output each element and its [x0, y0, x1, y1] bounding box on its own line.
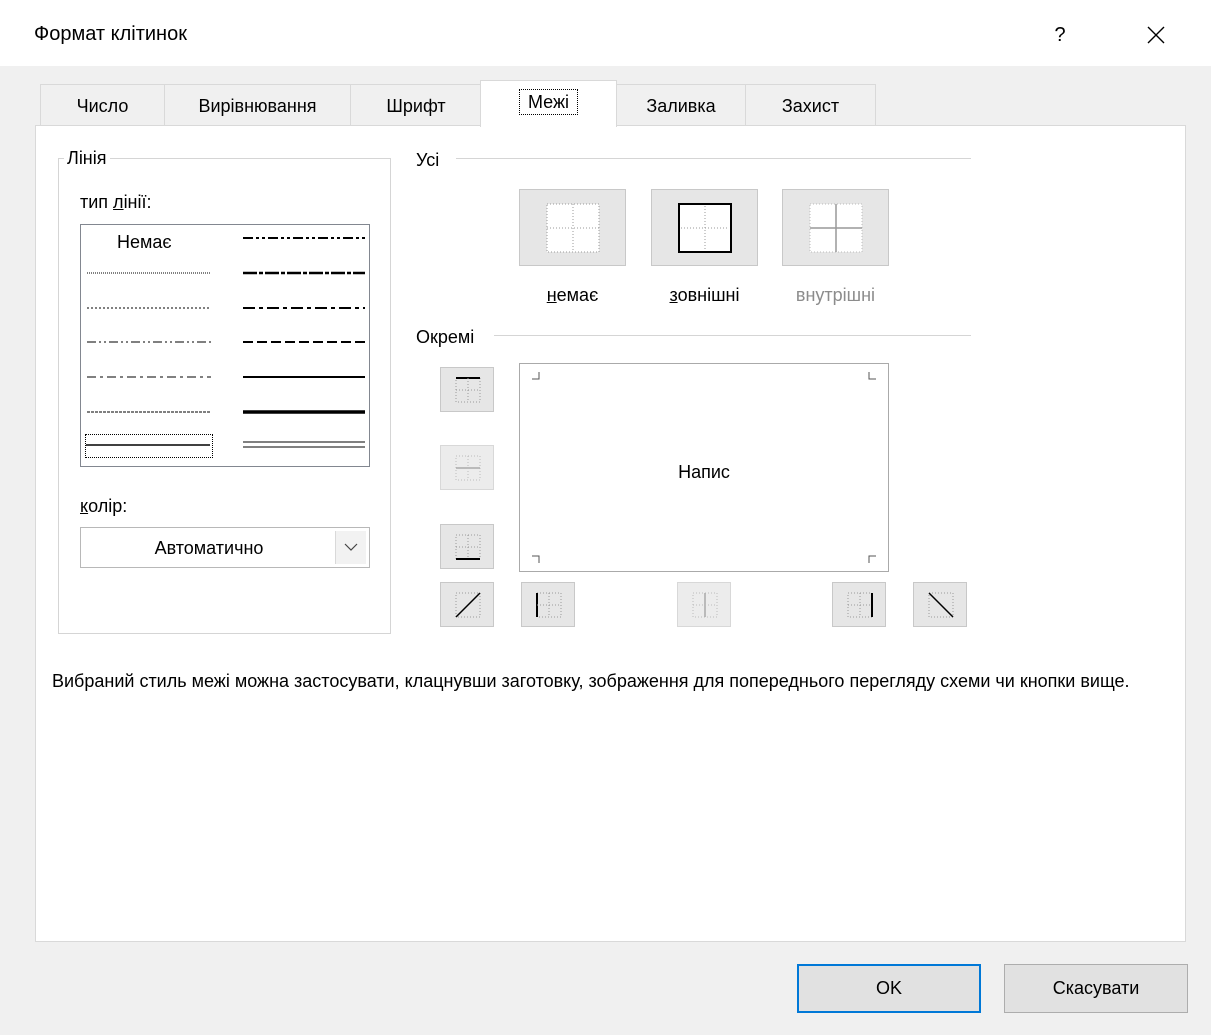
border-inside-horizontal-icon: [455, 455, 481, 481]
diagonal-down-icon: [928, 592, 954, 618]
preview-corner-tr: [868, 372, 876, 380]
color-dropdown-arrow[interactable]: [335, 531, 366, 564]
border-bottom-button[interactable]: [440, 524, 494, 569]
line-style-dash-dot-medium[interactable]: [243, 303, 365, 323]
presets-title: Усі: [416, 150, 440, 170]
border-inside-vertical-icon: [692, 592, 718, 618]
border-group-title: Окремі: [416, 327, 475, 347]
line-style-slanted-dash-dot[interactable]: [243, 268, 365, 288]
tab-number[interactable]: Число: [40, 84, 165, 126]
border-none-icon: [546, 203, 600, 253]
preset-outline-button[interactable]: [651, 189, 758, 266]
line-style-dotted[interactable]: [87, 303, 211, 323]
tab-protection[interactable]: Захист: [745, 84, 876, 126]
preset-none-button[interactable]: [519, 189, 626, 266]
border-top-button[interactable]: [440, 367, 494, 412]
line-style-list[interactable]: Немає: [80, 224, 370, 467]
cancel-button[interactable]: Скасувати: [1004, 964, 1188, 1013]
tab-fill[interactable]: Заливка: [616, 84, 746, 126]
chevron-down-icon: [344, 543, 358, 551]
line-style-medium-solid[interactable]: [243, 372, 365, 392]
line-style-thick-solid[interactable]: [243, 407, 365, 427]
line-style-dashed-medium[interactable]: [243, 337, 365, 357]
preview-corner-bl: [532, 555, 540, 563]
border-left-button[interactable]: [521, 582, 575, 627]
line-style-dashed-thin[interactable]: [87, 407, 211, 427]
line-style-none[interactable]: Немає: [117, 232, 172, 253]
border-right-icon: [847, 592, 873, 618]
line-style-dash-dot-dot-medium[interactable]: [243, 233, 365, 253]
border-preview[interactable]: Напис: [519, 363, 889, 572]
border-bottom-icon: [455, 534, 481, 560]
line-style-label: тип лінії:: [80, 192, 152, 212]
line-style-dash-dot-dot-thin[interactable]: [87, 337, 211, 357]
hint-text: Вибраний стиль межі можна застосувати, к…: [52, 671, 1130, 691]
preset-inside-button: [782, 189, 889, 266]
color-label: колір:: [80, 496, 128, 516]
presets-divider: [456, 158, 971, 159]
border-outline-icon: [678, 203, 732, 253]
preset-outline-label: зовнішні: [669, 285, 740, 305]
line-group-title: Лінія: [64, 148, 110, 169]
close-button[interactable]: [1136, 18, 1176, 52]
border-inside-vertical-button: [677, 582, 731, 627]
border-left-icon: [536, 592, 562, 618]
color-value: Автоматично: [154, 538, 264, 558]
dialog-title: Формат клітинок: [34, 23, 187, 45]
line-style-dash-dot-thin[interactable]: [87, 372, 211, 392]
line-style-thin-solid[interactable]: [85, 434, 213, 458]
preview-corner-tl: [532, 372, 540, 380]
help-button[interactable]: ?: [1040, 18, 1080, 52]
border-divider: [494, 335, 971, 336]
border-right-button[interactable]: [832, 582, 886, 627]
preview-corner-br: [868, 555, 876, 563]
diagonal-up-icon: [455, 592, 481, 618]
close-icon: [1147, 26, 1165, 44]
border-inside-icon: [809, 203, 863, 253]
preset-inside-label: внутрішні: [795, 285, 876, 305]
line-style-hair[interactable]: [87, 268, 211, 288]
border-top-icon: [455, 377, 481, 403]
border-diagonal-down-button[interactable]: [913, 582, 967, 627]
border-diagonal-up-button[interactable]: [440, 582, 494, 627]
border-inside-horizontal-button: [440, 445, 494, 490]
preset-none-label: немає: [546, 285, 599, 305]
preview-text: Напис: [678, 462, 730, 482]
tab-font[interactable]: Шрифт: [350, 84, 482, 126]
color-dropdown[interactable]: Автоматично: [80, 527, 370, 568]
tab-alignment[interactable]: Вирівнювання: [164, 84, 351, 126]
tab-border-label: Межі: [518, 89, 579, 115]
title-bar: Формат клітинок ?: [0, 0, 1211, 66]
tab-border[interactable]: Межі: [480, 80, 617, 127]
ok-button[interactable]: OK: [797, 964, 981, 1013]
line-style-double[interactable]: [243, 439, 365, 459]
